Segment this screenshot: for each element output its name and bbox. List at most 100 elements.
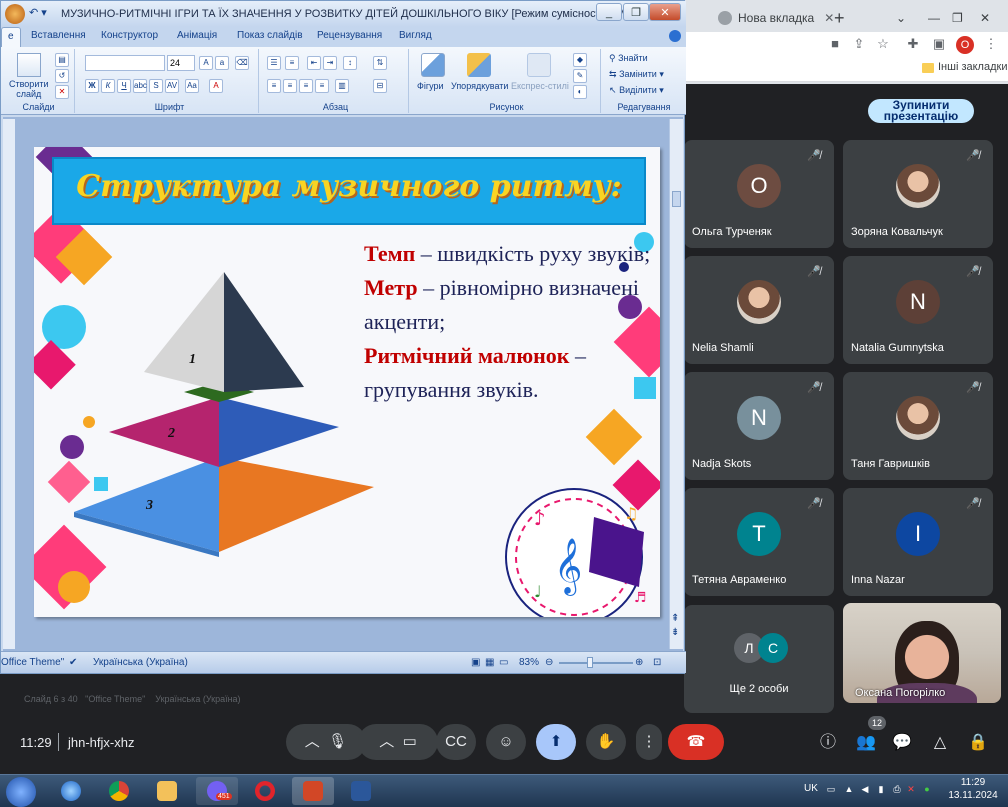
align-center-icon[interactable]: ≡ xyxy=(283,79,297,93)
participant-tile[interactable]: 🎤̸ N Natalia Gumnytska xyxy=(843,256,993,364)
tab-review[interactable]: Рецензування xyxy=(317,30,382,41)
increase-indent-icon[interactable]: ⇥ xyxy=(323,56,337,70)
clock-date[interactable]: 13.11.2024 xyxy=(940,790,1006,801)
clear-format-icon[interactable]: ⌫ xyxy=(235,56,249,70)
chat-icon[interactable]: 💬 xyxy=(890,731,914,755)
camera-button[interactable]: ︿ ▭ xyxy=(358,724,438,760)
normal-view-icon[interactable]: ▣ xyxy=(471,657,480,668)
profile-avatar[interactable]: O xyxy=(956,36,974,54)
grow-font-icon[interactable]: A xyxy=(199,56,213,70)
font-name-input[interactable] xyxy=(85,55,165,71)
chevron-up-icon[interactable]: ︿ xyxy=(379,733,394,750)
opera-taskbar-button[interactable] xyxy=(244,777,286,805)
slide-sorter-icon[interactable]: ▦ xyxy=(485,657,494,668)
numbering-icon[interactable]: ≡ xyxy=(285,56,299,70)
align-text-icon[interactable]: ⊟ xyxy=(373,79,387,93)
align-left-icon[interactable]: ≡ xyxy=(267,79,281,93)
zoom-slider-thumb[interactable] xyxy=(587,657,593,668)
reset-icon[interactable]: ↺ xyxy=(55,69,69,83)
italic-icon[interactable]: К xyxy=(101,79,115,93)
start-button[interactable] xyxy=(6,777,36,807)
participant-tile[interactable]: 🎤̸ N Nadja Skots xyxy=(684,372,834,480)
tab-insert[interactable]: Вставлення xyxy=(31,30,86,41)
menu-icon[interactable]: ⋮ xyxy=(982,36,1000,52)
quick-styles-button[interactable]: Експрес-стилі xyxy=(511,81,569,91)
tab-search-icon[interactable]: ⌄ xyxy=(896,4,906,32)
slide-show-icon[interactable]: ▭ xyxy=(499,657,508,668)
new-slide-button[interactable]: Створити слайд xyxy=(9,79,49,99)
help-icon[interactable] xyxy=(669,30,681,42)
update-icon[interactable]: ● xyxy=(922,784,932,794)
spacing-icon[interactable]: AV xyxy=(165,79,179,93)
close-window-icon[interactable]: ✕ xyxy=(649,3,681,21)
close-window-icon[interactable]: ✕ xyxy=(980,4,990,32)
minimize-icon[interactable]: _ xyxy=(596,3,622,21)
slide-body-text[interactable]: Темп – швидкість руху звуків; Метр – рів… xyxy=(364,237,660,407)
show-hidden-icon[interactable]: ▲ xyxy=(844,784,854,794)
minimize-icon[interactable]: — xyxy=(928,4,940,32)
fit-slide-icon[interactable]: ⊡ xyxy=(653,657,661,668)
side-panel-icon[interactable]: ▣ xyxy=(930,36,948,52)
activities-icon[interactable]: △ xyxy=(928,731,952,755)
shapes-button[interactable]: Фігури xyxy=(417,81,444,91)
ie-taskbar-button[interactable] xyxy=(50,777,92,805)
spell-check-icon[interactable]: ✔ xyxy=(69,657,77,668)
self-video-tile[interactable]: Оксана Погорілко xyxy=(843,603,1001,703)
camera-icon[interactable]: ■ xyxy=(826,36,844,52)
arrange-button[interactable]: Упорядкувати xyxy=(451,81,508,91)
clock-time[interactable]: 11:29 xyxy=(943,777,1003,789)
shape-effects-icon[interactable]: ◐ xyxy=(573,85,587,99)
zoom-out-icon[interactable]: ⊖ xyxy=(545,657,553,668)
people-icon[interactable]: 👥 xyxy=(854,731,878,755)
tab-view[interactable]: Вигляд xyxy=(399,30,432,41)
find-button[interactable]: ⚲ Знайти xyxy=(609,53,648,64)
participant-tile[interactable]: 🎤̸ О Ольга Турченяк xyxy=(684,140,834,248)
participant-tile[interactable]: 🎤̸ T Тетяна Авраменко xyxy=(684,488,834,596)
raise-hand-button[interactable]: ✋ xyxy=(586,724,626,760)
quick-access-icon[interactable]: ↶ ▾ xyxy=(29,6,47,19)
tab-animations[interactable]: Анімація xyxy=(177,30,217,41)
more-options-button[interactable]: ⋮ xyxy=(636,724,662,760)
language-status[interactable]: Українська (Україна) xyxy=(93,657,188,668)
scrollbar-thumb[interactable] xyxy=(672,191,681,207)
powerpoint-taskbar-button[interactable] xyxy=(292,777,334,805)
viber-taskbar-button[interactable] xyxy=(196,777,238,805)
shadow-icon[interactable]: S xyxy=(149,79,163,93)
stop-presenting-button[interactable]: Зупинити презентацію xyxy=(868,99,974,123)
font-size-input[interactable]: 24 xyxy=(167,55,195,71)
tab-home[interactable]: е xyxy=(1,27,21,47)
align-right-icon[interactable]: ≡ xyxy=(299,79,313,93)
other-bookmarks[interactable]: Інші закладки xyxy=(938,61,1007,73)
tab-slide-show[interactable]: Показ слайдів xyxy=(237,30,303,41)
restore-icon[interactable]: ❐ xyxy=(623,3,649,21)
zoom-slider[interactable] xyxy=(559,662,633,664)
bookmark-star-icon[interactable]: ☆ xyxy=(874,36,892,52)
shrink-font-icon[interactable]: a xyxy=(215,56,229,70)
emoji-button[interactable]: ☺ xyxy=(486,724,526,760)
meeting-info-icon[interactable]: ⓘ xyxy=(816,731,840,755)
explorer-taskbar-button[interactable] xyxy=(146,777,188,805)
office-button-icon[interactable] xyxy=(5,4,25,24)
strikethrough-icon[interactable]: abc xyxy=(133,79,147,93)
bold-icon[interactable]: Ж xyxy=(85,79,99,93)
slide-title[interactable]: Структура музичного ритму: xyxy=(52,169,646,204)
delete-icon[interactable]: ✕ xyxy=(55,85,69,99)
underline-icon[interactable]: Ч xyxy=(117,79,131,93)
chrome-taskbar-button[interactable] xyxy=(98,777,140,805)
text-direction-icon[interactable]: ⇅ xyxy=(373,56,387,70)
columns-icon[interactable]: ▥ xyxy=(335,79,349,93)
new-tab-button[interactable]: + xyxy=(834,4,845,32)
change-case-icon[interactable]: Aa xyxy=(185,79,199,93)
host-controls-icon[interactable]: 🔒 xyxy=(966,731,990,755)
select-button[interactable]: ↖ Виділити ▾ xyxy=(609,85,664,96)
replace-button[interactable]: ⇆ Замінити ▾ xyxy=(609,69,664,80)
language-indicator[interactable]: UK xyxy=(804,783,818,794)
security-icon[interactable]: ✕ xyxy=(906,784,916,794)
more-people-tile[interactable]: Л С Ще 2 особи xyxy=(684,605,834,713)
participant-tile[interactable]: 🎤̸ Зоряна Ковальчук xyxy=(843,140,993,248)
prev-slide-icon[interactable]: ⇞ xyxy=(671,613,679,624)
layout-icon[interactable]: ▤ xyxy=(55,53,69,67)
leave-call-button[interactable]: ☎ xyxy=(668,724,724,760)
close-tab-icon[interactable]: ✕ xyxy=(824,11,834,25)
next-slide-icon[interactable]: ⇟ xyxy=(671,627,679,638)
